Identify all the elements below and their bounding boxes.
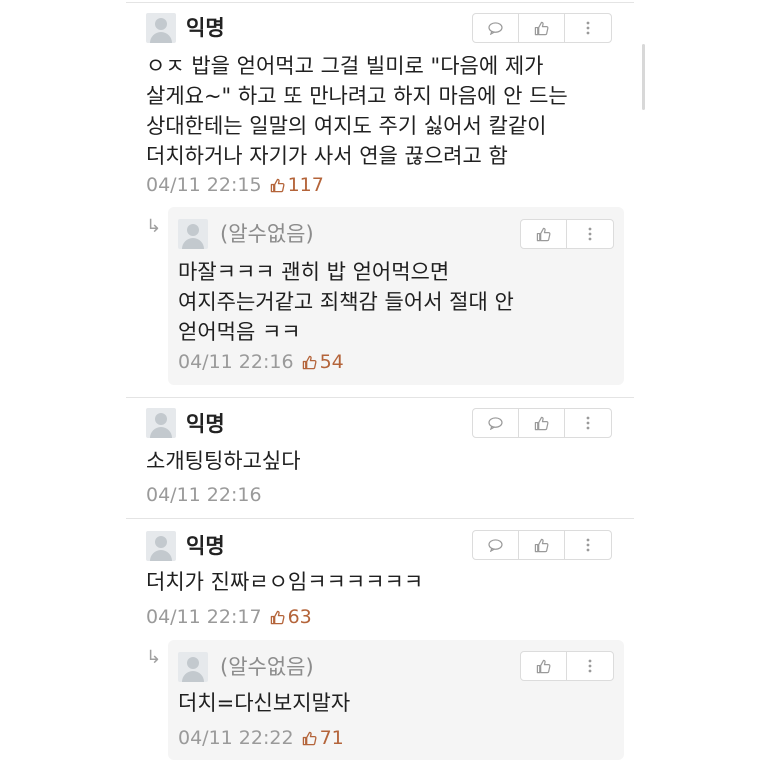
more-options-button[interactable]	[565, 14, 611, 42]
reply-button[interactable]	[473, 14, 519, 42]
comment-time: 04/11 22:16	[146, 484, 262, 506]
like-button[interactable]	[521, 220, 567, 248]
reply-author: (알수없음)	[220, 655, 314, 679]
thumbs-up-icon	[270, 178, 285, 192]
comment-actions	[472, 408, 612, 438]
reply-item: (알수없음) 더치=다신보지말자 04/11 22:22 71	[168, 640, 624, 760]
like-count-value: 117	[287, 174, 324, 196]
reply-arrow-icon: ↳	[146, 216, 162, 237]
like-button[interactable]	[521, 652, 567, 680]
reply-text: 더치=다신보지말자	[178, 691, 351, 715]
vertical-dots-icon	[586, 21, 590, 35]
thumbs-up-icon	[270, 610, 285, 624]
avatar	[146, 531, 176, 561]
like-button[interactable]	[519, 409, 565, 437]
comment-meta: 04/11 22:15 117	[146, 173, 324, 197]
avatar	[178, 652, 208, 682]
vertical-dots-icon	[588, 659, 592, 673]
reply-arrow-icon: ↳	[146, 647, 162, 668]
reply-actions	[520, 651, 614, 681]
comment-text: 소개팅팅하고싶다	[146, 449, 301, 473]
divider	[126, 518, 634, 519]
more-options-button[interactable]	[565, 409, 611, 437]
like-count-value: 54	[319, 351, 344, 373]
like-count: 54	[302, 350, 344, 374]
avatar	[178, 219, 208, 249]
comment-meta: 04/11 22:17 63	[146, 605, 312, 629]
more-options-button[interactable]	[567, 220, 613, 248]
avatar	[146, 13, 176, 43]
like-count: 71	[302, 726, 344, 750]
reply-meta: 04/11 22:16 54	[178, 350, 344, 374]
like-button[interactable]	[519, 14, 565, 42]
reply-time: 04/11 22:22	[178, 727, 294, 749]
vertical-dots-icon	[586, 416, 590, 430]
comment-time: 04/11 22:15	[146, 174, 262, 196]
thumbs-up-icon	[536, 227, 551, 241]
thumbs-up-icon	[302, 355, 317, 369]
thumbs-up-icon	[534, 538, 549, 552]
speech-bubble-icon	[488, 416, 503, 430]
divider	[126, 2, 634, 3]
divider	[126, 397, 634, 398]
vertical-dots-icon	[588, 227, 592, 241]
comment-actions	[472, 13, 612, 43]
comment-author: 익명	[186, 534, 225, 558]
comment-actions	[472, 530, 612, 560]
comment-author: 익명	[186, 16, 225, 40]
like-count: 117	[270, 173, 324, 197]
like-count-value: 63	[287, 606, 312, 628]
comment-feed: 익명 ㅇㅈ 밥을 얻어먹고 그걸 빌미로 "다음에 제가 살게요~" 하고 또 …	[126, 0, 634, 760]
scrollbar[interactable]	[642, 44, 645, 110]
reply-button[interactable]	[473, 531, 519, 559]
comment-time: 04/11 22:17	[146, 606, 262, 628]
thumbs-up-icon	[536, 659, 551, 673]
reply-actions	[520, 219, 614, 249]
like-count: 63	[270, 605, 312, 629]
thumbs-up-icon	[302, 731, 317, 745]
like-button[interactable]	[519, 531, 565, 559]
avatar	[146, 408, 176, 438]
reply-time: 04/11 22:16	[178, 351, 294, 373]
vertical-dots-icon	[586, 538, 590, 552]
reply-text: 마잘ㅋㅋㅋ 괜히 밥 얻어먹으면 여지주는거같고 죄책감 들어서 절대 안 얻어…	[178, 260, 514, 344]
comment-text: 더치가 진짜ㄹㅇ임ㅋㅋㅋㅋㅋㅋ	[146, 570, 424, 594]
thumbs-up-icon	[534, 416, 549, 430]
more-options-button[interactable]	[565, 531, 611, 559]
reply-author: (알수없음)	[220, 222, 314, 246]
comment-meta: 04/11 22:16	[146, 483, 262, 507]
reply-button[interactable]	[473, 409, 519, 437]
like-count-value: 71	[319, 727, 344, 749]
more-options-button[interactable]	[567, 652, 613, 680]
reply-meta: 04/11 22:22 71	[178, 726, 344, 750]
reply-item: (알수없음) 마잘ㅋㅋㅋ 괜히 밥 얻어먹으면 여지주는거같고 죄책감 들어서 …	[168, 207, 624, 385]
comment-author: 익명	[186, 412, 225, 436]
speech-bubble-icon	[488, 538, 503, 552]
comment-text: ㅇㅈ 밥을 얻어먹고 그걸 빌미로 "다음에 제가 살게요~" 하고 또 만나려…	[146, 54, 568, 168]
speech-bubble-icon	[488, 21, 503, 35]
thumbs-up-icon	[534, 21, 549, 35]
